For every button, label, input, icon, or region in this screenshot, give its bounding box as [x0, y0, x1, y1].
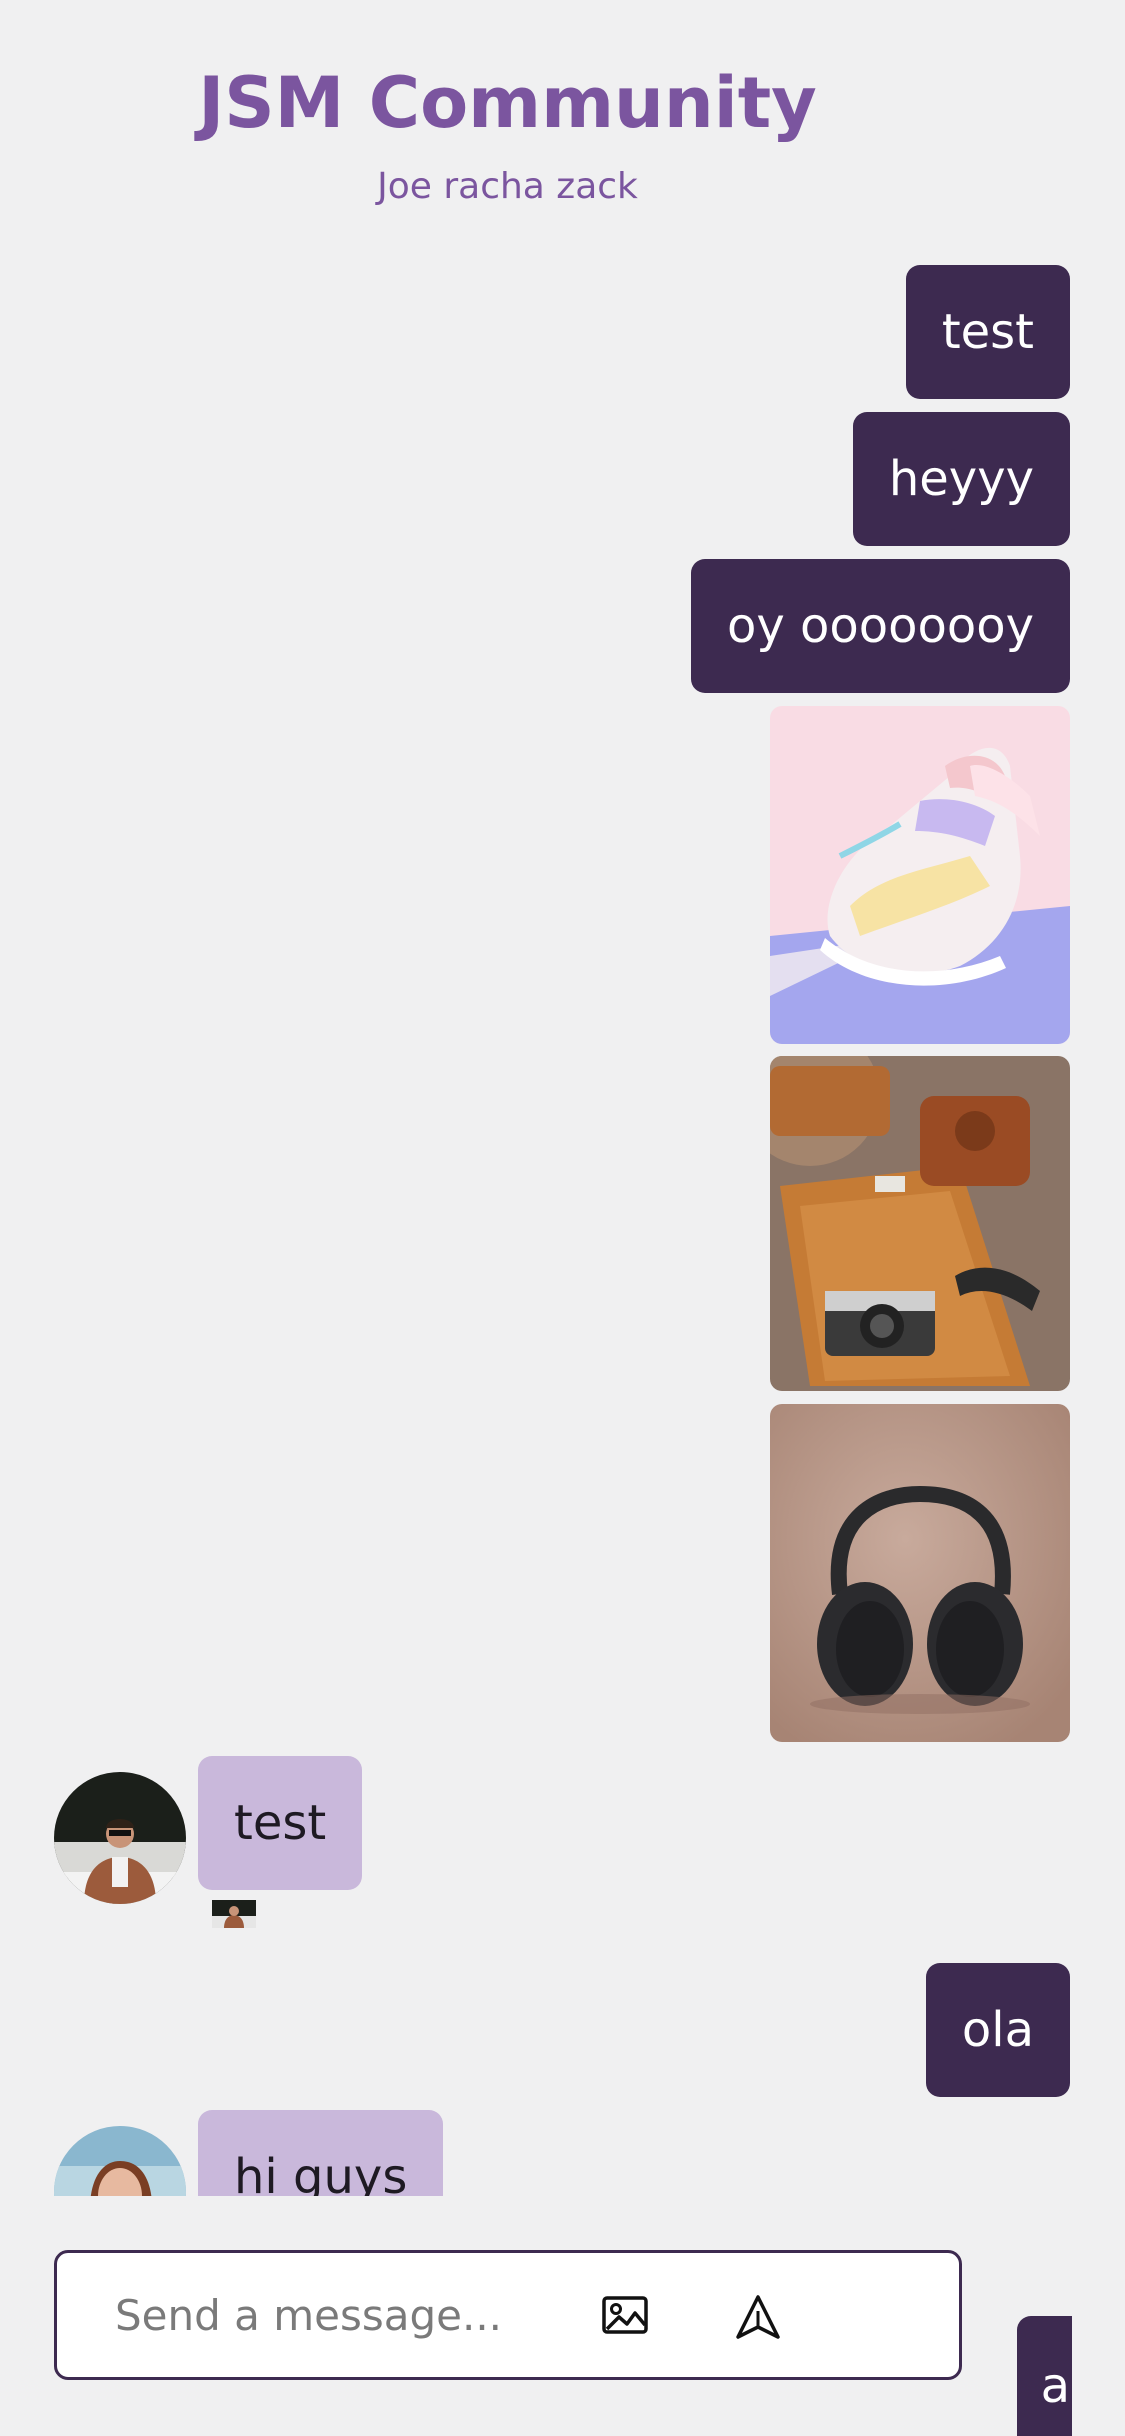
- avatar[interactable]: [54, 1772, 186, 1904]
- sneaker-photo[interactable]: [770, 706, 1070, 1044]
- read-receipt-avatar: [212, 1900, 256, 1928]
- camera-sweater-photo[interactable]: [770, 1056, 1070, 1391]
- chat-area[interactable]: JSM Community Joe racha zack test heyyy …: [0, 0, 1125, 2200]
- chat-members: Joe racha zack: [377, 166, 638, 207]
- headphones-photo[interactable]: [770, 1404, 1070, 1742]
- outgoing-message: heyyy: [852, 412, 1070, 546]
- send-icon[interactable]: [732, 2291, 784, 2343]
- outgoing-message: test: [905, 265, 1070, 399]
- outgoing-message-text: a: [1040, 2358, 1070, 2414]
- outgoing-message: ola: [925, 1963, 1070, 2097]
- incoming-message-row: hi guys: [0, 2100, 600, 2196]
- outgoing-message: oy oooooooy: [690, 559, 1070, 693]
- incoming-message: hi guys: [198, 2110, 444, 2196]
- avatar[interactable]: [54, 2126, 186, 2196]
- image-icon[interactable]: [599, 2289, 651, 2341]
- chat-title: JSM Community: [198, 62, 817, 144]
- message-composer: [54, 2250, 962, 2380]
- incoming-message: test: [198, 1756, 363, 1890]
- outgoing-message: a: [1017, 2316, 1072, 2436]
- message-input[interactable]: [115, 2290, 555, 2340]
